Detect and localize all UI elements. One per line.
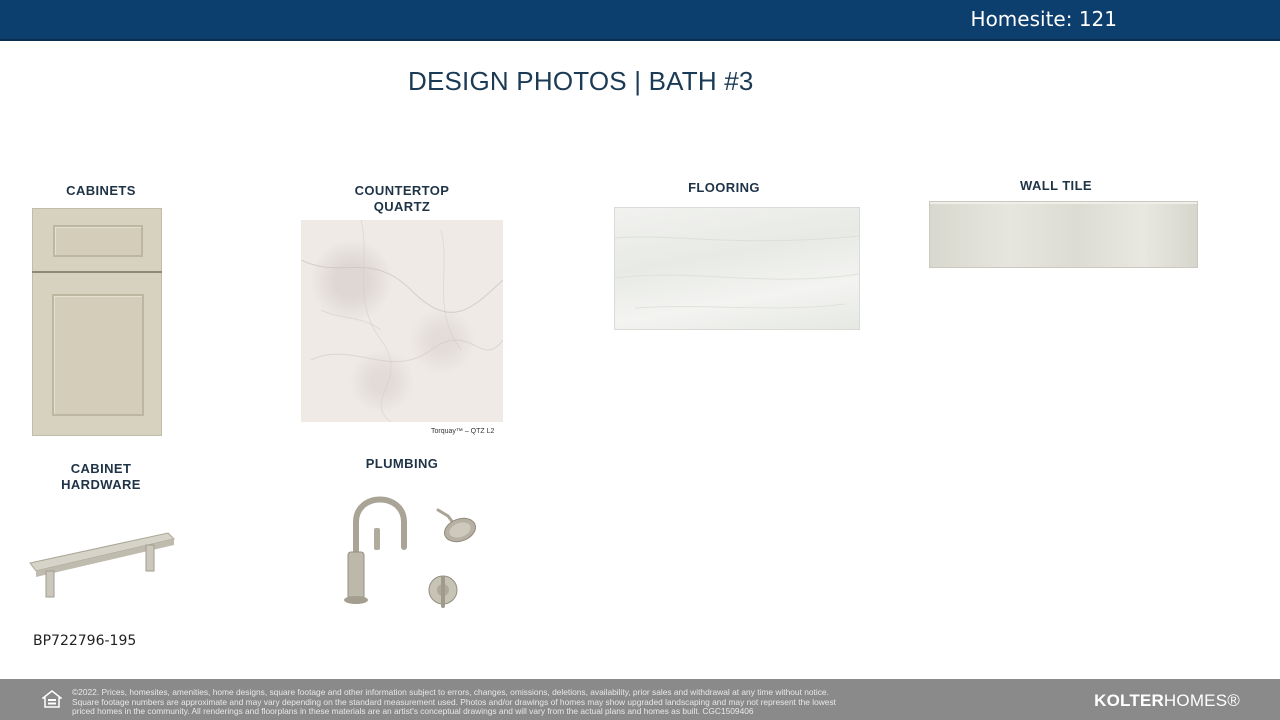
page-title: DESIGN PHOTOS | BATH #3 (408, 66, 754, 96)
footer-bar: ©2022. Prices, homesites, amenities, hom… (0, 679, 1280, 720)
shower-valve-icon (428, 575, 458, 608)
cabinet-hardware-label-line2: HARDWARE (61, 477, 141, 492)
cabinet-drawer-panel (53, 225, 143, 257)
flooring-texture (614, 235, 860, 309)
header-bar: Homesite: 121 (0, 0, 1280, 41)
brand-logo-bold: KOLTER (1094, 691, 1164, 710)
wall-tile-label: WALL TILE (1020, 178, 1092, 193)
quartz-swatch-image (300, 219, 504, 423)
flooring-label: FLOORING (688, 180, 760, 195)
brand-logo: KOLTERHOMES® (1094, 691, 1240, 711)
hardware-sku: BP722796-195 (33, 633, 137, 649)
countertop-label: COUNTERTOP QUARTZ (332, 183, 472, 215)
shower-head-icon (436, 508, 476, 543)
faucet-icon (344, 496, 407, 604)
disclaimer-line-3: priced homes in the community. All rende… (72, 706, 754, 716)
brand-logo-light: HOMES® (1163, 691, 1240, 710)
cabinet-door-image (32, 208, 162, 436)
cabinets-label: CABINETS (66, 183, 136, 198)
footer-disclaimer: ©2022. Prices, homesites, amenities, hom… (72, 687, 1097, 717)
quartz-veining (300, 219, 504, 423)
cabinet-hardware-label: CABINET HARDWARE (46, 461, 156, 493)
equal-housing-icon (42, 690, 62, 708)
plumbing-label: PLUMBING (365, 456, 439, 471)
cabinet-pull-image (29, 532, 175, 598)
quartz-caption: Torquay™ – QTZ L2 (431, 428, 495, 435)
flooring-swatch-image (614, 208, 860, 329)
plumbing-fixtures-image (344, 496, 476, 608)
homesite-label: Homesite: 121 (970, 7, 1117, 31)
wall-tile-swatch-image (930, 202, 1197, 267)
countertop-label-line1: COUNTERTOP (354, 183, 450, 198)
cabinet-door-panel (52, 294, 144, 416)
countertop-label-line2: QUARTZ (373, 199, 431, 214)
cabinet-hardware-label-line1: CABINET (70, 461, 132, 476)
